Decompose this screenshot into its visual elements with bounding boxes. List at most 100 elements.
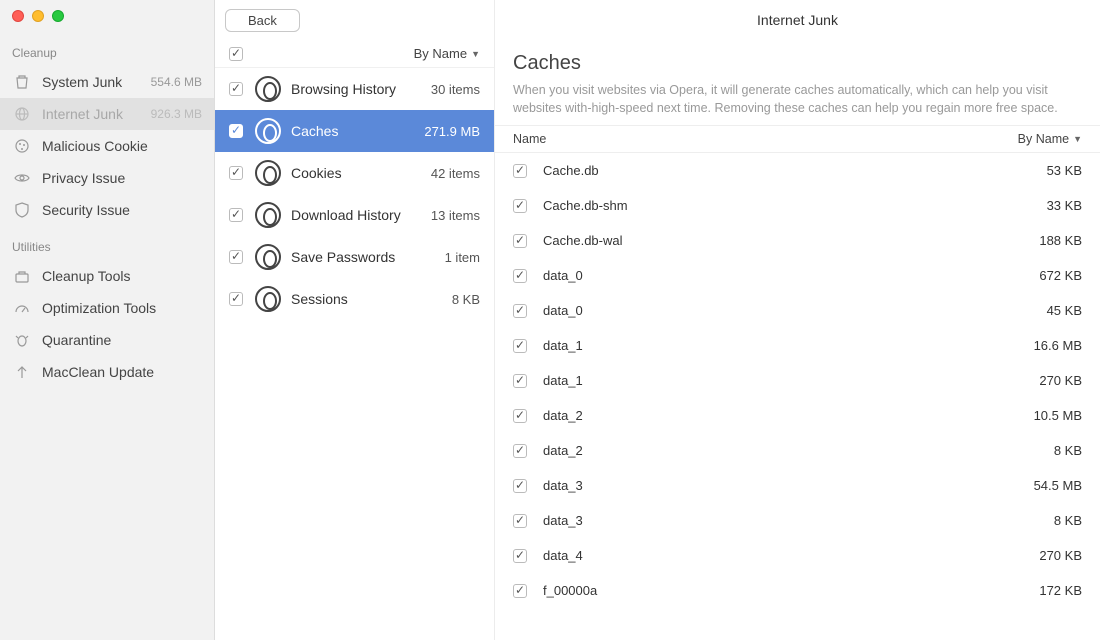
file-size: 270 KB — [1039, 548, 1082, 563]
column-name-header: Name — [513, 132, 1018, 146]
file-checkbox[interactable] — [513, 374, 527, 388]
sidebar-item-privacy-issue[interactable]: Privacy Issue — [0, 162, 214, 194]
file-row[interactable]: data_1270 KB — [495, 363, 1100, 398]
sidebar-item-label: Quarantine — [42, 332, 202, 348]
file-name: data_2 — [543, 443, 1054, 458]
sidebar-item-label: Optimization Tools — [42, 300, 202, 316]
category-row-download-history[interactable]: Download History13 items — [215, 194, 494, 236]
category-sort-label: By Name — [414, 46, 467, 61]
sidebar-item-macclean-update[interactable]: MacClean Update — [0, 356, 214, 388]
file-name: data_0 — [543, 268, 1039, 283]
category-row-save-passwords[interactable]: Save Passwords1 item — [215, 236, 494, 278]
sidebar-item-label: MacClean Update — [42, 364, 202, 380]
file-name: data_1 — [543, 338, 1034, 353]
detail-title: Caches — [513, 52, 1082, 75]
category-panel: Back By Name ▼ Browsing History30 itemsC… — [215, 0, 495, 640]
file-row[interactable]: data_210.5 MB — [495, 398, 1100, 433]
category-row-browsing-history[interactable]: Browsing History30 items — [215, 68, 494, 110]
category-value: 271.9 MB — [424, 124, 480, 139]
file-checkbox[interactable] — [513, 549, 527, 563]
sidebar-item-cleanup-tools[interactable]: Cleanup Tools — [0, 260, 214, 292]
sidebar-item-internet-junk[interactable]: Internet Junk926.3 MB — [0, 98, 214, 130]
file-row[interactable]: data_4270 KB — [495, 538, 1100, 573]
file-size: 172 KB — [1039, 583, 1082, 598]
file-row[interactable]: data_045 KB — [495, 293, 1100, 328]
file-row[interactable]: data_38 KB — [495, 503, 1100, 538]
select-all-categories-checkbox[interactable] — [229, 47, 243, 61]
sidebar: CleanupSystem Junk554.6 MBInternet Junk9… — [0, 0, 215, 640]
zoom-window-button[interactable] — [52, 10, 64, 22]
file-checkbox[interactable] — [513, 409, 527, 423]
category-checkbox[interactable] — [229, 124, 243, 138]
file-row[interactable]: Cache.db-wal188 KB — [495, 223, 1100, 258]
file-name: data_1 — [543, 373, 1039, 388]
sidebar-item-security-issue[interactable]: Security Issue — [0, 194, 214, 226]
sidebar-item-label: Security Issue — [42, 202, 202, 218]
category-checkbox[interactable] — [229, 208, 243, 222]
file-row[interactable]: f_00000a172 KB — [495, 573, 1100, 608]
file-checkbox[interactable] — [513, 199, 527, 213]
eye-icon — [12, 170, 32, 186]
file-checkbox[interactable] — [513, 234, 527, 248]
file-name: Cache.db-wal — [543, 233, 1039, 248]
file-sort-label: By Name — [1018, 132, 1069, 146]
back-button[interactable]: Back — [225, 9, 300, 32]
gauge-icon — [12, 300, 32, 316]
file-checkbox[interactable] — [513, 269, 527, 283]
file-checkbox[interactable] — [513, 584, 527, 598]
bug-icon — [12, 332, 32, 348]
file-size: 10.5 MB — [1034, 408, 1082, 423]
file-size: 188 KB — [1039, 233, 1082, 248]
browser-icon — [255, 244, 281, 270]
file-list[interactable]: Cache.db53 KBCache.db-shm33 KBCache.db-w… — [495, 153, 1100, 640]
category-value: 13 items — [431, 208, 480, 223]
browser-icon — [255, 76, 281, 102]
category-label: Save Passwords — [291, 249, 445, 265]
category-value: 42 items — [431, 166, 480, 181]
category-checkbox[interactable] — [229, 292, 243, 306]
sidebar-item-malicious-cookie[interactable]: Malicious Cookie — [0, 130, 214, 162]
detail-panel: Internet Junk Caches When you visit webs… — [495, 0, 1100, 640]
close-window-button[interactable] — [12, 10, 24, 22]
category-checkbox[interactable] — [229, 166, 243, 180]
category-label: Caches — [291, 123, 424, 139]
file-checkbox[interactable] — [513, 339, 527, 353]
file-sort-dropdown[interactable]: By Name ▼ — [1018, 132, 1082, 146]
file-checkbox[interactable] — [513, 164, 527, 178]
chevron-down-icon: ▼ — [471, 49, 480, 59]
sidebar-item-quarantine[interactable]: Quarantine — [0, 324, 214, 356]
sidebar-item-label: Internet Junk — [42, 106, 151, 122]
sidebar-item-optimization-tools[interactable]: Optimization Tools — [0, 292, 214, 324]
category-row-sessions[interactable]: Sessions8 KB — [215, 278, 494, 320]
arrow-up-icon — [12, 364, 32, 380]
file-size: 45 KB — [1047, 303, 1082, 318]
category-row-cookies[interactable]: Cookies42 items — [215, 152, 494, 194]
globe-icon — [12, 106, 32, 122]
detail-header: Caches When you visit websites via Opera… — [495, 40, 1100, 125]
browser-icon — [255, 286, 281, 312]
file-size: 16.6 MB — [1034, 338, 1082, 353]
minimize-window-button[interactable] — [32, 10, 44, 22]
category-sort-dropdown[interactable]: By Name ▼ — [414, 46, 480, 61]
toolbox-icon — [12, 268, 32, 284]
mid-toolbar: Back — [215, 0, 494, 40]
sidebar-item-system-junk[interactable]: System Junk554.6 MB — [0, 66, 214, 98]
cookie-icon — [12, 138, 32, 154]
category-row-caches[interactable]: Caches271.9 MB — [215, 110, 494, 152]
file-row[interactable]: data_116.6 MB — [495, 328, 1100, 363]
file-row[interactable]: data_354.5 MB — [495, 468, 1100, 503]
category-checkbox[interactable] — [229, 82, 243, 96]
file-row[interactable]: data_28 KB — [495, 433, 1100, 468]
category-label: Cookies — [291, 165, 431, 181]
file-name: f_00000a — [543, 583, 1039, 598]
file-checkbox[interactable] — [513, 479, 527, 493]
file-row[interactable]: Cache.db-shm33 KB — [495, 188, 1100, 223]
sidebar-section-label: Cleanup — [0, 32, 214, 66]
file-checkbox[interactable] — [513, 514, 527, 528]
file-row[interactable]: data_0672 KB — [495, 258, 1100, 293]
file-row[interactable]: Cache.db53 KB — [495, 153, 1100, 188]
file-checkbox[interactable] — [513, 304, 527, 318]
category-checkbox[interactable] — [229, 250, 243, 264]
file-checkbox[interactable] — [513, 444, 527, 458]
sidebar-section-label: Utilities — [0, 226, 214, 260]
